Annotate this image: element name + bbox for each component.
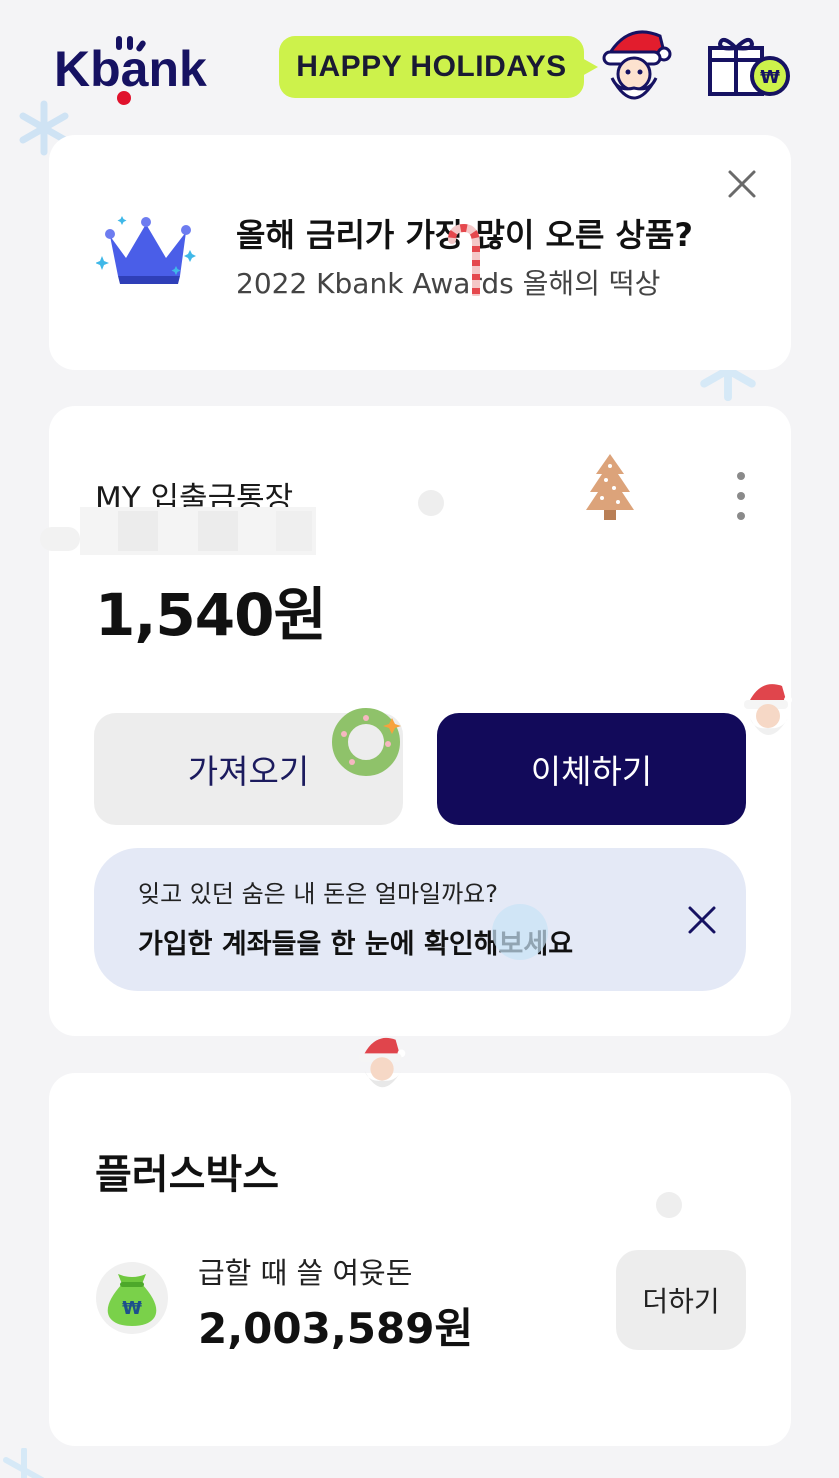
plusbox-item-amount: 2,003,589원 <box>198 1304 474 1353</box>
account-balance: 1,540원 <box>95 581 327 649</box>
hidden-money-notice[interactable] <box>94 848 746 991</box>
kbank-logo[interactable]: Kbank <box>54 36 224 108</box>
santa-icon[interactable] <box>598 22 674 108</box>
close-icon[interactable] <box>686 904 718 936</box>
money-bag-icon: ₩ <box>96 1262 168 1334</box>
happy-holidays-banner[interactable]: HAPPY HOLIDAYS <box>279 36 598 98</box>
plusbox-title: 플러스박스 <box>95 1152 279 1198</box>
close-icon[interactable] <box>726 168 758 200</box>
snow-dot <box>656 1192 682 1218</box>
svg-text:₩: ₩ <box>122 1298 142 1319</box>
snow-dot <box>492 904 548 960</box>
snowflake-icon <box>3 1448 45 1478</box>
fetch-button[interactable]: 가져오기 <box>94 713 403 825</box>
notice-line-1: 잊고 있던 숨은 내 돈은 얼마일까요? <box>138 880 499 908</box>
more-vertical-icon[interactable] <box>728 470 754 522</box>
add-button[interactable]: 더하기 <box>616 1250 746 1350</box>
plusbox-item-label: 급할 때 쓸 여윳돈 <box>198 1256 413 1290</box>
gift-won-icon[interactable]: ₩ <box>706 34 792 98</box>
transfer-button[interactable]: 이체하기 <box>437 713 746 825</box>
snow-dot <box>418 490 444 516</box>
svg-text:₩: ₩ <box>760 67 780 88</box>
crown-icon <box>96 216 196 284</box>
promo-subtitle: 2022 Kbank Awards 올해의 떡상 <box>236 267 661 300</box>
account-number-blurred <box>40 507 316 555</box>
promo-title: 올해 금리가 가장 많이 오른 상품? <box>236 216 693 254</box>
